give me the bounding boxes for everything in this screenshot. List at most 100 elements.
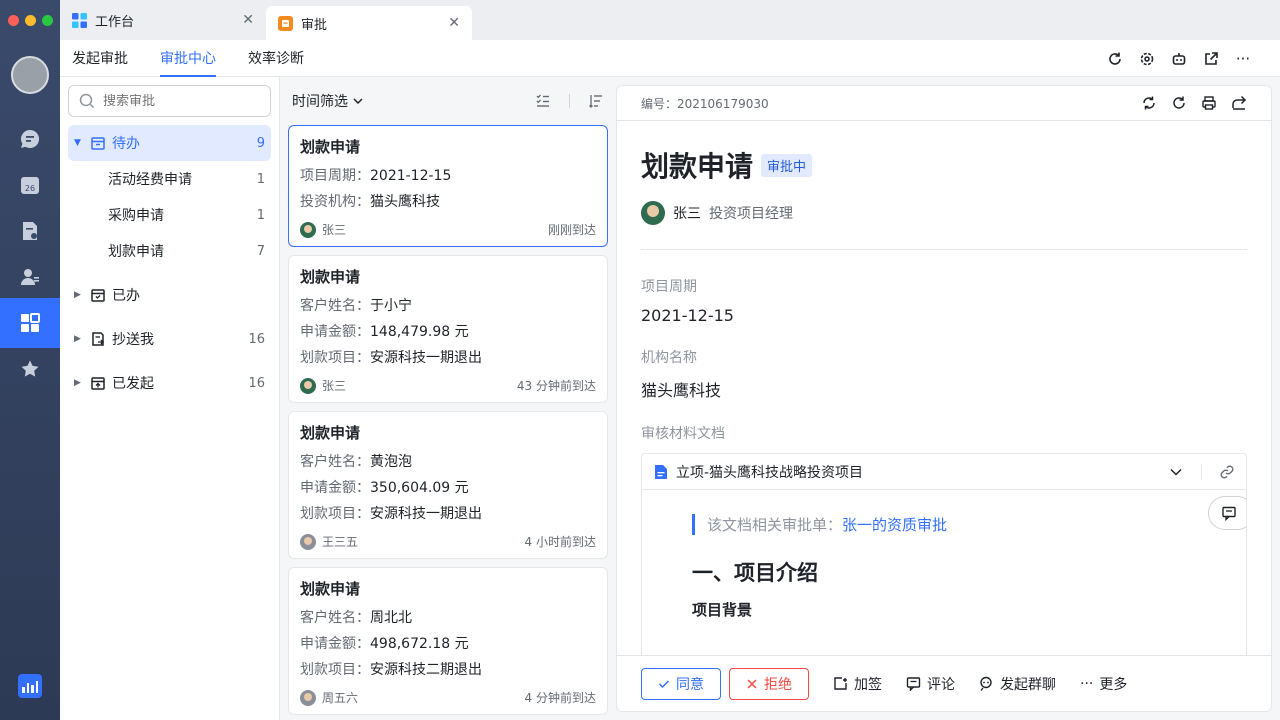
card-applicant: 周五六 (322, 691, 359, 705)
close-window-button[interactable] (8, 15, 19, 26)
applicant-name[interactable]: 张三 (673, 203, 701, 223)
rail-analytics[interactable] (18, 674, 42, 698)
category-started[interactable]: ▶ 已发起 16 (68, 365, 271, 401)
field-value: 猫头鹰科技 (641, 381, 722, 400)
print-icon[interactable] (1201, 95, 1217, 111)
rail-messages[interactable] (0, 116, 60, 162)
subcategory-purchase[interactable]: 采购申请 1 (68, 197, 271, 233)
reject-button[interactable]: 拒绝 (729, 667, 809, 700)
comment-icon (1222, 506, 1236, 521)
chevron-down-icon[interactable] (1169, 465, 1183, 479)
sub-navigation: 发起审批 审批中心 效率诊断 ··· (60, 40, 1280, 77)
close-icon[interactable]: ✕ (448, 15, 460, 31)
chevron-down-icon (353, 98, 363, 105)
more-icon: ··· (1080, 675, 1094, 692)
minimize-window-button[interactable] (25, 15, 36, 26)
approval-card[interactable]: 划款申请 项目周期：2021-12-15 投资机构：猫头鹰科技 张三 刚刚到达 (288, 125, 608, 247)
caret-right-icon[interactable]: ▶ (74, 334, 86, 344)
calendar-icon: 26 (21, 177, 39, 194)
rail-docs[interactable] (0, 208, 60, 254)
settings-gear-icon[interactable] (1138, 50, 1156, 68)
rail-calendar[interactable]: 26 (0, 162, 60, 208)
field-label: 项目周期 (641, 279, 697, 295)
share-icon[interactable] (1231, 95, 1247, 111)
category-count: 16 (248, 375, 265, 391)
open-external-icon[interactable] (1202, 50, 1220, 68)
comment-button[interactable]: 评论 (906, 674, 955, 694)
doc-comment-button[interactable] (1208, 496, 1246, 530)
approval-list: 时间筛选 划款申请 项目周期：2021-12-15 投资机构：猫头鹰科技 张三 … (280, 77, 616, 720)
approval-card[interactable]: 划款申请 客户姓名：周北北 申请金额：498,672.18 元 划款项目：安源科… (288, 567, 608, 715)
tab-label: 工作台 (95, 14, 135, 30)
card-footer: 张三 43 分钟前到达 (300, 377, 596, 394)
time-filter-label: 时间筛选 (292, 94, 348, 110)
rail-favorites[interactable] (0, 346, 60, 392)
subcategory-activity-fund[interactable]: 活动经费申请 1 (68, 161, 271, 197)
avatar[interactable] (641, 201, 665, 225)
tab-approval[interactable]: 审批 ✕ (266, 6, 472, 40)
approval-card[interactable]: 划款申请 客户姓名：黄泡泡 申请金额：350,604.09 元 划款项目：安源科… (288, 411, 608, 559)
approval-app-icon (278, 15, 293, 31)
refresh-icon[interactable] (1171, 95, 1187, 111)
rail-contacts[interactable] (0, 254, 60, 300)
toolbar: ··· (1106, 40, 1252, 77)
checklist-icon[interactable] (535, 93, 551, 109)
category-count: 16 (248, 331, 265, 347)
document-header[interactable]: 立项-猫头鹰科技战略投资项目 (642, 454, 1246, 490)
add-sign-button[interactable]: 加签 (833, 674, 882, 694)
category-label: 待办 (112, 136, 140, 152)
category-cc-me[interactable]: ▶ 抄送我 16 (68, 321, 271, 357)
approval-card[interactable]: 划款申请 客户姓名：于小宁 申请金额：148,479.98 元 划款项目：安源科… (288, 255, 608, 403)
card-field: 申请金额：148,479.98 元 (300, 324, 469, 340)
card-field: 客户姓名：黄泡泡 (300, 454, 412, 470)
bot-icon[interactable] (1170, 50, 1188, 68)
doc-file-icon (655, 464, 667, 479)
reject-label: 拒绝 (764, 676, 792, 693)
document-name[interactable]: 立项-猫头鹰科技战略投资项目 (676, 462, 1161, 482)
category-done[interactable]: ▶ 已办 (68, 277, 271, 313)
caret-down-icon[interactable]: ▼ (74, 138, 86, 148)
add-sign-icon (834, 677, 847, 690)
tab-workspace[interactable]: 工作台 ✕ (60, 0, 266, 40)
inbox-icon (90, 135, 108, 151)
card-time: 4 小时前到达 (524, 535, 596, 549)
field-label: 机构名称 (641, 350, 697, 366)
related-approval-link[interactable]: 张一的资质审批 (842, 516, 947, 534)
subcategory-transfer[interactable]: 划款申请 7 (68, 233, 271, 269)
sort-icon[interactable] (588, 93, 604, 109)
subcategory-label: 采购申请 (108, 208, 164, 224)
card-field: 项目周期：2021-12-15 (300, 168, 452, 184)
workspace-icon (72, 12, 87, 28)
link-icon[interactable] (1220, 465, 1234, 479)
group-chat-button[interactable]: 发起群聊 (979, 674, 1056, 694)
archive-icon (90, 287, 108, 303)
rail-workplace[interactable] (0, 298, 60, 348)
chat-icon (21, 129, 40, 148)
agree-button[interactable]: 同意 (641, 667, 721, 700)
refresh-icon[interactable] (1106, 50, 1124, 68)
search-input[interactable] (103, 93, 253, 109)
time-filter-dropdown[interactable]: 时间筛选 (292, 91, 535, 111)
search-box[interactable] (68, 85, 271, 117)
approval-detail: 编号：202106179030 划款申请 审批中 张三 投资项目经理 项目周期 … (616, 85, 1272, 712)
more-button[interactable]: ··· 更多 (1080, 674, 1127, 694)
nav-efficiency[interactable]: 效率诊断 (248, 40, 304, 77)
nav-approval-center[interactable]: 审批中心 (160, 40, 216, 77)
category-todo[interactable]: ▼ 待办 9 (68, 125, 271, 161)
maximize-window-button[interactable] (42, 15, 53, 26)
close-icon[interactable]: ✕ (242, 12, 254, 28)
caret-right-icon[interactable]: ▶ (74, 290, 86, 300)
add-sign-label: 加签 (854, 676, 882, 693)
subcategory-count: 1 (256, 207, 265, 223)
more-icon[interactable]: ··· (1234, 50, 1252, 68)
comment-icon (906, 677, 921, 691)
card-applicant: 张三 (322, 223, 347, 237)
user-avatar[interactable] (11, 56, 49, 94)
card-title: 划款申请 (300, 268, 361, 286)
caret-right-icon[interactable]: ▶ (74, 378, 86, 388)
nav-start-approval[interactable]: 发起审批 (72, 40, 128, 77)
sync-icon[interactable] (1141, 95, 1157, 111)
card-title: 划款申请 (300, 580, 361, 598)
divider (569, 94, 570, 108)
card-footer: 张三 刚刚到达 (300, 221, 596, 238)
